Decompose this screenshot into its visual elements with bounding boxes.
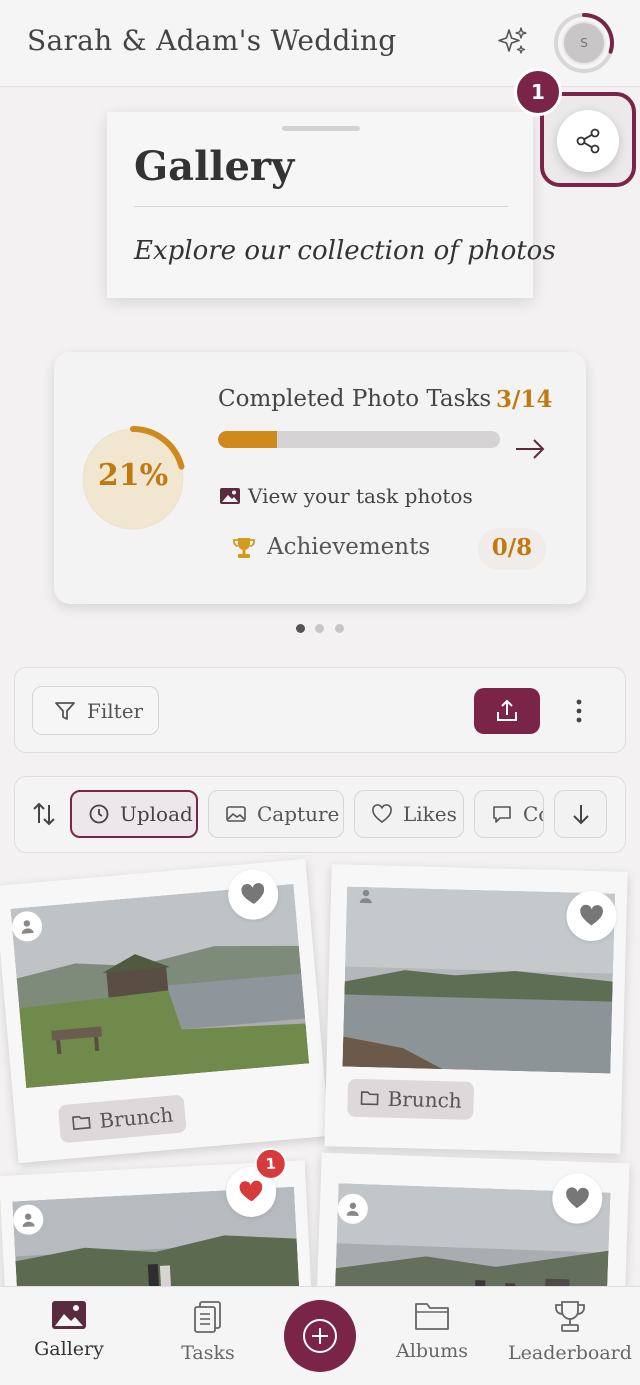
completion-percent: 21%: [97, 458, 169, 493]
heart-icon: [241, 883, 265, 905]
filter-icon: [55, 701, 75, 720]
sort-chip-capture[interactable]: Capture: [208, 790, 344, 838]
add-photo-button[interactable]: [284, 1300, 356, 1372]
page-dot[interactable]: [315, 624, 324, 633]
folder-icon: [72, 1115, 91, 1130]
app-title: Sarah & Adam's Wedding: [27, 24, 397, 57]
tasks-label: Completed Photo Tasks: [218, 386, 492, 412]
sort-chip-likes[interactable]: Likes: [354, 790, 464, 838]
image-icon: [226, 806, 246, 822]
sort-chip-label: Capture: [257, 802, 340, 826]
album-name: Brunch: [98, 1102, 175, 1133]
heart-icon: [372, 804, 392, 823]
folder-icon: [415, 1303, 449, 1330]
comment-icon: [493, 806, 511, 823]
upload-button[interactable]: [474, 688, 540, 734]
tour-step-badge: 1: [514, 68, 562, 116]
heart-filled-icon: [239, 1180, 263, 1202]
album-name: Brunch: [387, 1086, 463, 1113]
sort-chip-comments[interactable]: Comments: [474, 790, 544, 838]
arrow-right-icon[interactable]: [512, 434, 548, 464]
divider: [134, 206, 508, 207]
clock-icon: [89, 804, 109, 824]
tasks-icon: [194, 1301, 221, 1333]
sort-icon[interactable]: [30, 800, 58, 828]
share-icon: [576, 128, 600, 154]
trophy-icon: [233, 538, 255, 558]
nav-label: Tasks: [181, 1342, 235, 1364]
nav-gallery[interactable]: Gallery: [5, 1300, 133, 1360]
nav-label: Albums: [396, 1340, 468, 1362]
nav-label: Gallery: [34, 1338, 104, 1360]
more-vertical-icon: [576, 699, 582, 723]
gallery-info-card: [107, 112, 533, 298]
album-tag[interactable]: Brunch: [347, 1078, 475, 1120]
achievements-label[interactable]: Achievements: [267, 534, 430, 560]
trophy-icon: [555, 1301, 585, 1332]
sort-chip-label: Likes: [403, 802, 457, 826]
more-options-button[interactable]: [566, 696, 592, 726]
tasks-progress-fill: [218, 431, 278, 448]
gallery-icon: [52, 1301, 86, 1329]
view-task-photos-link[interactable]: View your task photos: [248, 484, 473, 508]
sort-chip-label: Upload: [120, 802, 193, 826]
folder-icon: [360, 1091, 379, 1106]
sort-chip-upload[interactable]: Upload: [70, 790, 198, 838]
user-icon: [21, 920, 34, 934]
heart-icon: [580, 904, 603, 926]
nav-tasks[interactable]: Tasks: [144, 1300, 272, 1364]
page-subtitle: Explore our collection of photos: [134, 236, 556, 266]
upload-icon: [497, 699, 517, 721]
photo-card[interactable]: Brunch: [324, 864, 628, 1154]
page-title: Gallery: [134, 143, 295, 190]
user-icon: [359, 889, 372, 904]
drag-handle[interactable]: [282, 126, 360, 131]
avatar-initial: S: [580, 36, 588, 50]
user-icon: [22, 1213, 35, 1227]
user-icon: [346, 1202, 359, 1217]
photo-icon: [220, 488, 240, 504]
like-count-badge: 1: [253, 1147, 288, 1181]
nav-label: Leaderboard: [508, 1342, 632, 1364]
tasks-count: 3/14: [496, 386, 553, 413]
sparkle-icon[interactable]: [494, 24, 530, 60]
nav-albums[interactable]: Albums: [368, 1300, 496, 1362]
share-button[interactable]: [557, 110, 619, 172]
avatar[interactable]: S: [562, 21, 606, 65]
filter-button[interactable]: Filter: [32, 686, 159, 735]
sort-chip-label: Comments: [523, 802, 543, 826]
achievements-count: 0/8: [491, 534, 533, 561]
page-dot[interactable]: [335, 624, 344, 633]
arrow-down-icon: [572, 805, 589, 825]
nav-leaderboard[interactable]: Leaderboard: [506, 1300, 634, 1364]
heart-icon: [566, 1187, 589, 1209]
plus-circle-icon: [303, 1319, 337, 1353]
album-tag[interactable]: Brunch: [57, 1094, 187, 1144]
page-dot-active[interactable]: [296, 624, 305, 633]
filter-label: Filter: [87, 698, 144, 723]
photo-card[interactable]: Brunch: [0, 858, 330, 1164]
tasks-progress-bar: [218, 431, 500, 448]
sort-direction-button[interactable]: [554, 790, 607, 838]
